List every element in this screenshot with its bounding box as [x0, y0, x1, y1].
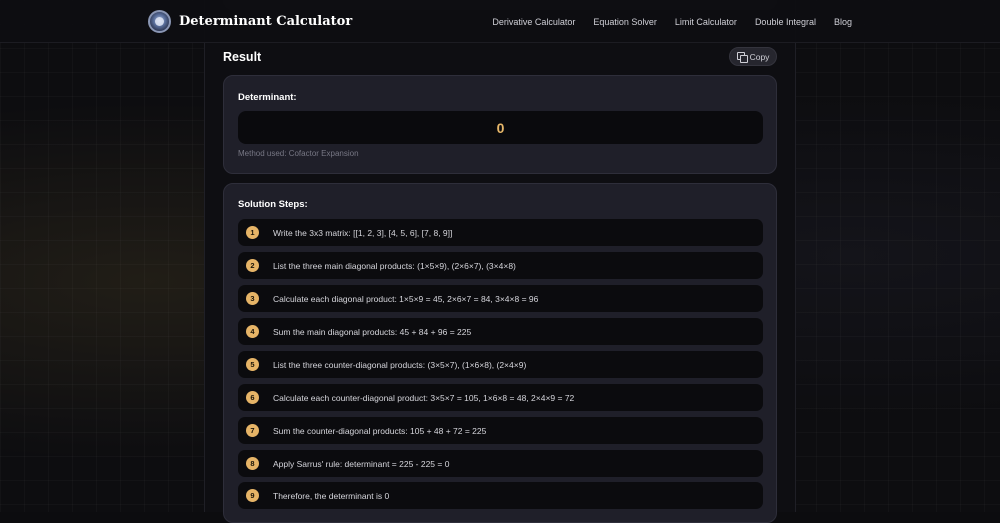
step-text: List the three counter-diagonal products…: [273, 359, 527, 370]
copy-button[interactable]: Copy: [729, 47, 777, 66]
nav-links: Derivative Calculator Equation Solver Li…: [474, 0, 852, 43]
step-number-badge: 6: [246, 391, 259, 404]
nav-link-equation-solver[interactable]: Equation Solver: [593, 17, 657, 27]
step-row: 5 List the three counter-diagonal produc…: [238, 351, 763, 378]
determinant-card: Determinant: 0 Method used: Cofactor Exp…: [223, 75, 777, 174]
solution-steps-label: Solution Steps:: [238, 199, 308, 210]
copy-icon: [736, 52, 748, 63]
brand[interactable]: Determinant Calculator: [148, 10, 352, 33]
step-text: Write the 3x3 matrix: [[1, 2, 3], [4, 5,…: [273, 227, 453, 238]
nav-link-double-integral[interactable]: Double Integral: [755, 17, 816, 27]
step-row: 6 Calculate each counter-diagonal produc…: [238, 384, 763, 411]
step-text: List the three main diagonal products: (…: [273, 260, 516, 271]
result-title: Result: [223, 50, 262, 64]
copy-button-label: Copy: [749, 51, 770, 62]
step-text: Sum the main diagonal products: 45 + 84 …: [273, 326, 472, 337]
nav-link-blog[interactable]: Blog: [834, 17, 852, 27]
step-row: 2 List the three main diagonal products:…: [238, 252, 763, 279]
step-row: 4 Sum the main diagonal products: 45 + 8…: [238, 318, 763, 345]
step-row: 7 Sum the counter-diagonal products: 105…: [238, 417, 763, 444]
determinant-value: 0: [238, 111, 763, 144]
determinant-label: Determinant:: [238, 92, 297, 103]
step-number-badge: 7: [246, 424, 259, 437]
step-text: Therefore, the determinant is 0: [273, 490, 390, 501]
step-row: 9 Therefore, the determinant is 0: [238, 482, 763, 509]
step-text: Calculate each counter-diagonal product:…: [273, 392, 575, 403]
nav-link-derivative-calculator[interactable]: Derivative Calculator: [492, 17, 575, 27]
step-number-badge: 3: [246, 292, 259, 305]
nav-link-limit-calculator[interactable]: Limit Calculator: [675, 17, 737, 27]
step-number-badge: 4: [246, 325, 259, 338]
solution-steps-card: Solution Steps: 1 Write the 3x3 matrix: …: [223, 183, 777, 523]
step-number-badge: 9: [246, 489, 259, 502]
step-text: Calculate each diagonal product: 1×5×9 =…: [273, 293, 539, 304]
step-row: 8 Apply Sarrus' rule: determinant = 225 …: [238, 450, 763, 477]
globe-seal-icon: [148, 10, 171, 33]
method-used: Method used: Cofactor Expansion: [238, 149, 359, 158]
brand-title: Determinant Calculator: [179, 14, 353, 29]
step-text: Apply Sarrus' rule: determinant = 225 - …: [273, 458, 450, 469]
step-number-badge: 8: [246, 457, 259, 470]
step-number-badge: 2: [246, 259, 259, 272]
navbar: Determinant Calculator Derivative Calcul…: [0, 0, 1000, 43]
step-number-badge: 5: [246, 358, 259, 371]
step-row: 1 Write the 3x3 matrix: [[1, 2, 3], [4, …: [238, 219, 763, 246]
step-row: 3 Calculate each diagonal product: 1×5×9…: [238, 285, 763, 312]
step-text: Sum the counter-diagonal products: 105 +…: [273, 425, 487, 436]
step-number-badge: 1: [246, 226, 259, 239]
